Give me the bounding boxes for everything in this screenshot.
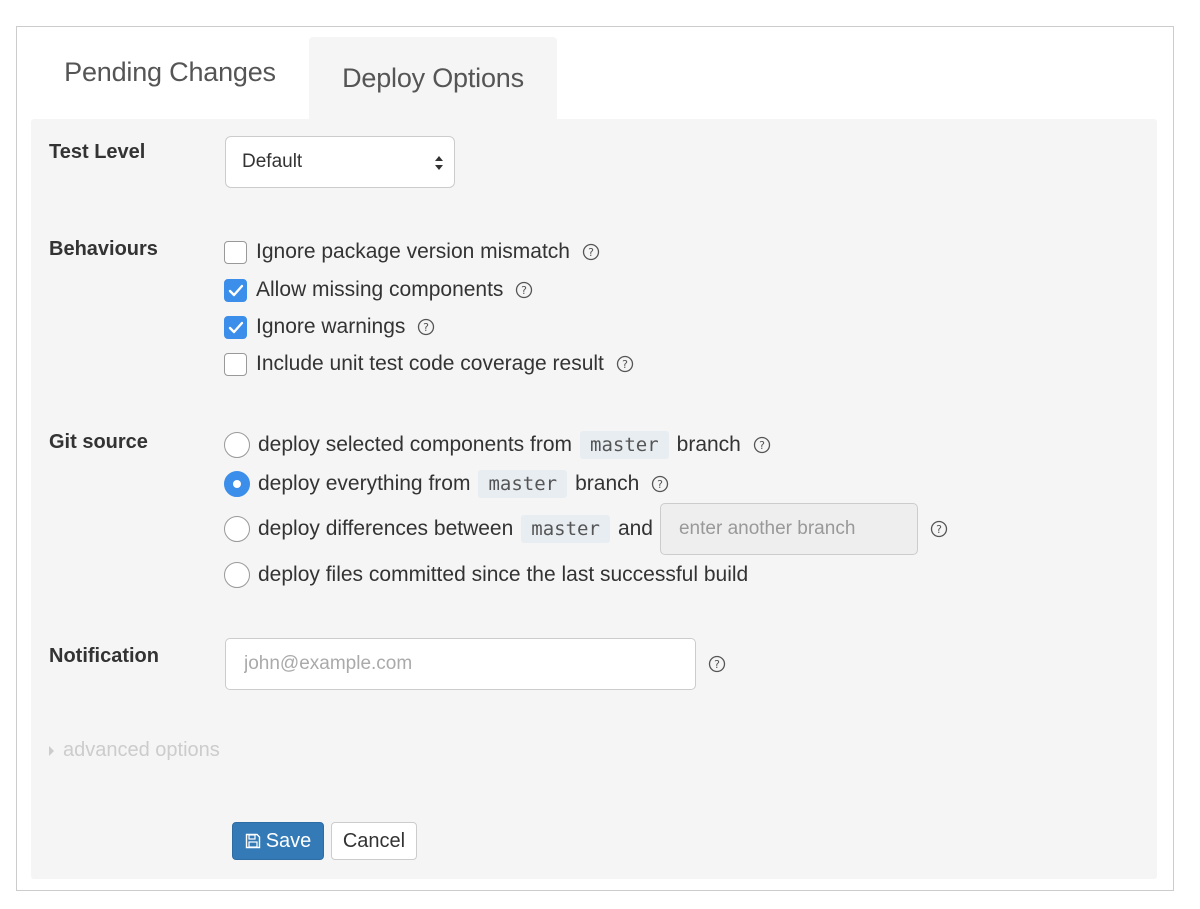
help-icon[interactable]: ? [651,475,669,493]
tab-deploy-options-label: Deploy Options [342,62,524,93]
behaviour-ignore-warnings[interactable]: Ignore warnings ? [224,315,435,339]
git-option-2-suffix: branch [575,472,640,495]
svg-text:?: ? [657,478,663,491]
git-option-2-text: deploy everything from [258,472,471,495]
allow-missing-components-checkbox[interactable] [224,278,247,302]
git-differences-radio[interactable] [224,516,250,542]
svg-text:?: ? [936,523,942,536]
help-icon[interactable]: ? [515,281,533,299]
git-option-selected-components[interactable]: deploy selected components from master b… [224,431,771,459]
cancel-button-label: Cancel [342,829,406,852]
tab-pending-changes[interactable]: Pending Changes [31,27,309,117]
git-option-1-suffix: branch [676,433,741,456]
behaviour-allow-missing-components[interactable]: Allow missing components ? [224,278,533,302]
ignore-version-mismatch-label: Ignore package version mismatch [256,240,570,263]
deploy-options-panel: Test Level Default Behaviours Ignore pac… [31,119,1157,879]
checkmark-icon [228,321,244,333]
help-icon[interactable]: ? [708,655,726,673]
checkmark-icon [228,284,244,296]
svg-text:?: ? [522,284,528,297]
git-option-3-and: and [617,517,653,540]
advanced-options-toggle[interactable]: advanced options [49,739,220,762]
help-icon[interactable]: ? [417,318,435,336]
svg-text:?: ? [759,439,765,452]
help-icon[interactable]: ? [582,243,600,261]
git-option-everything[interactable]: deploy everything from master branch ? [224,470,669,498]
svg-text:?: ? [714,658,720,671]
ignore-warnings-checkbox[interactable] [224,315,247,339]
caret-right-icon [49,745,54,756]
test-level-selected-value: Default [242,151,303,172]
tab-pending-changes-label: Pending Changes [64,56,276,87]
include-coverage-label: Include unit test code coverage result [256,352,604,375]
git-option-differences[interactable]: deploy differences between master and ? [224,503,948,555]
another-branch-input[interactable] [659,503,918,555]
notification-email-input[interactable] [225,638,696,690]
branch-code: master [478,470,568,498]
svg-text:?: ? [588,246,594,259]
notification-label: Notification [49,645,159,667]
branch-code: master [580,431,669,459]
deploy-dialog: Pending Changes Deploy Options Test Leve… [16,26,1174,891]
git-everything-radio[interactable] [224,471,250,497]
behaviours-label: Behaviours [49,238,158,260]
test-level-select[interactable]: Default [225,136,455,188]
cancel-button[interactable]: Cancel [331,822,417,860]
git-option-1-text: deploy selected components from [258,433,573,456]
sort-arrows-icon [435,156,443,170]
git-source-label: Git source [49,431,148,453]
help-icon[interactable]: ? [616,355,634,373]
help-icon[interactable]: ? [753,436,771,454]
ignore-version-mismatch-checkbox[interactable] [224,240,247,264]
behaviour-include-coverage[interactable]: Include unit test code coverage result ? [224,352,634,376]
save-button-label: Save [265,829,312,852]
svg-text:?: ? [622,358,628,371]
behaviour-ignore-version-mismatch[interactable]: Ignore package version mismatch ? [224,240,600,264]
git-option-since-last-build[interactable]: deploy files committed since the last su… [224,562,748,588]
tab-deploy-options[interactable]: Deploy Options [309,37,557,119]
branch-code: master [521,515,610,543]
ignore-warnings-label: Ignore warnings [256,315,406,338]
allow-missing-components-label: Allow missing components [256,278,504,301]
save-button[interactable]: Save [232,822,324,860]
include-coverage-checkbox[interactable] [224,352,247,376]
floppy-disk-icon [245,833,261,849]
git-option-4-text: deploy files committed since the last su… [258,563,749,586]
help-icon[interactable]: ? [930,520,948,538]
svg-text:?: ? [424,321,430,334]
advanced-options-label: advanced options [63,739,220,761]
test-level-label: Test Level [49,141,146,163]
git-selected-components-radio[interactable] [224,432,250,458]
git-since-last-build-radio[interactable] [224,562,250,588]
git-option-3-text: deploy differences between [258,517,514,540]
